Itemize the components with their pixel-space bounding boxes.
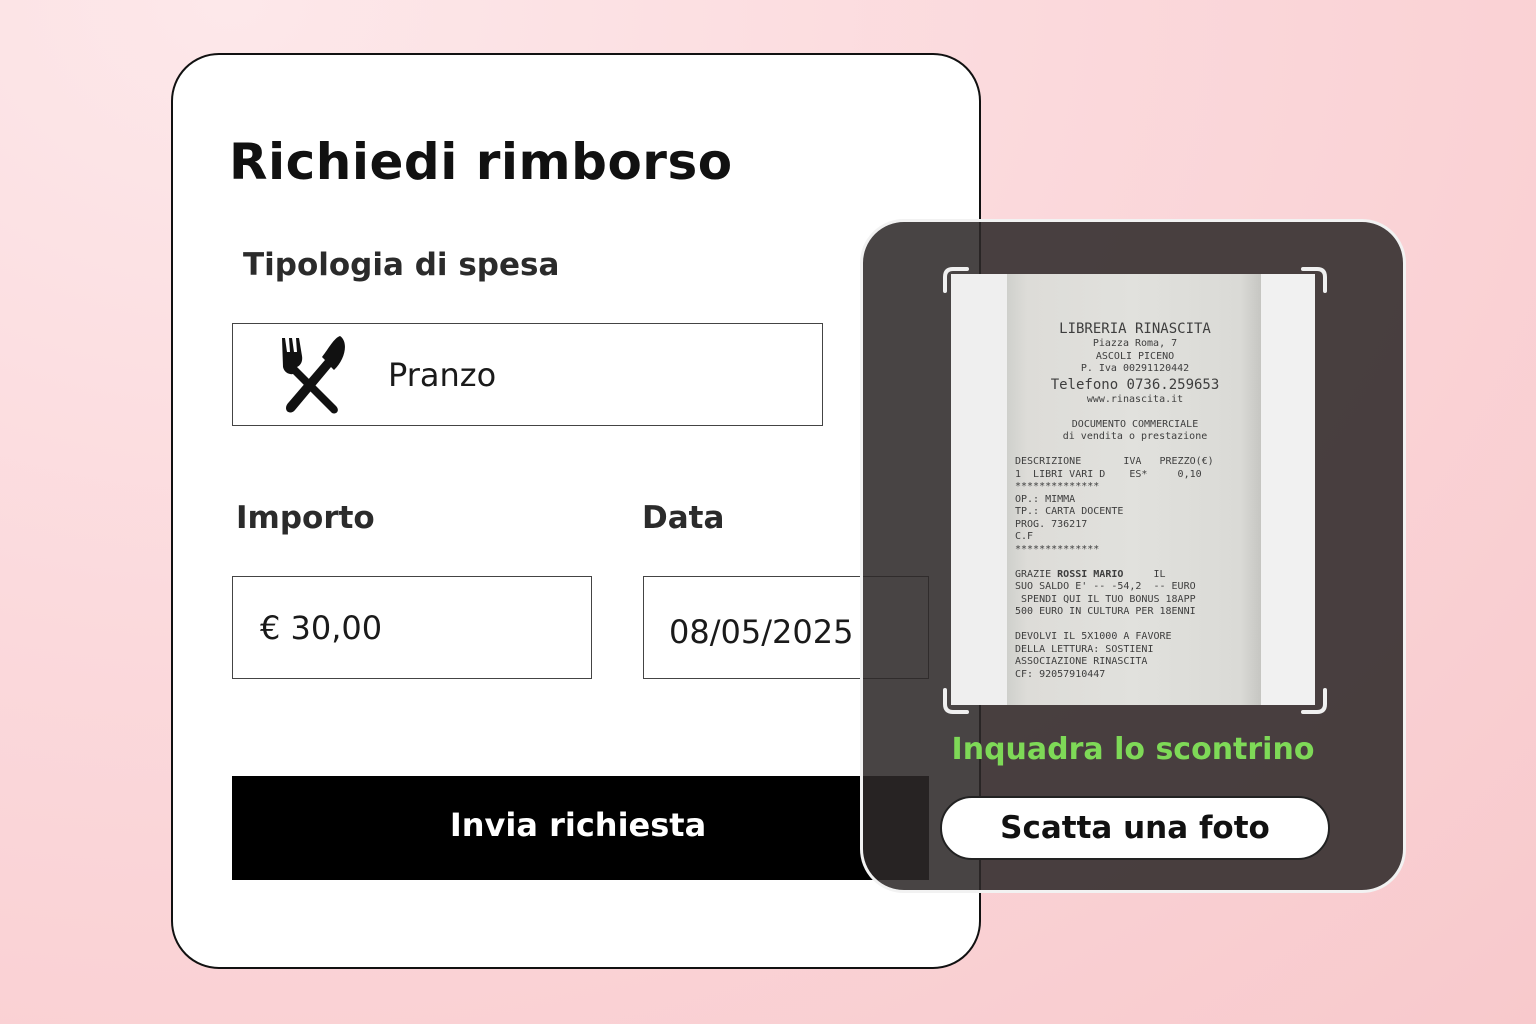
fork-knife-icon [282,336,345,414]
amount-label: Importo [236,500,375,536]
page-title: Richiedi rimborso [229,133,733,191]
expense-type-select[interactable]: Pranzo [232,323,823,426]
take-photo-button[interactable]: Scatta una foto [940,796,1330,860]
submit-request-button[interactable]: Invia richiesta [232,776,929,880]
submit-request-label: Invia richiesta [449,806,707,844]
date-label: Data [642,500,725,536]
amount-input[interactable]: € 30,00 [232,576,592,679]
scan-frame-corners [943,267,1327,714]
amount-value: € 30,00 [260,609,383,647]
frame-receipt-hint: Inquadra lo scontrino [951,732,1315,767]
camera-scanner-panel: LIBRERIA RINASCITA Piazza Roma, 7 ASCOLI P… [860,219,1406,893]
expense-type-label: Tipologia di spesa [243,247,560,283]
date-value: 08/05/2025 [669,613,854,651]
expense-type-value: Pranzo [388,356,497,394]
